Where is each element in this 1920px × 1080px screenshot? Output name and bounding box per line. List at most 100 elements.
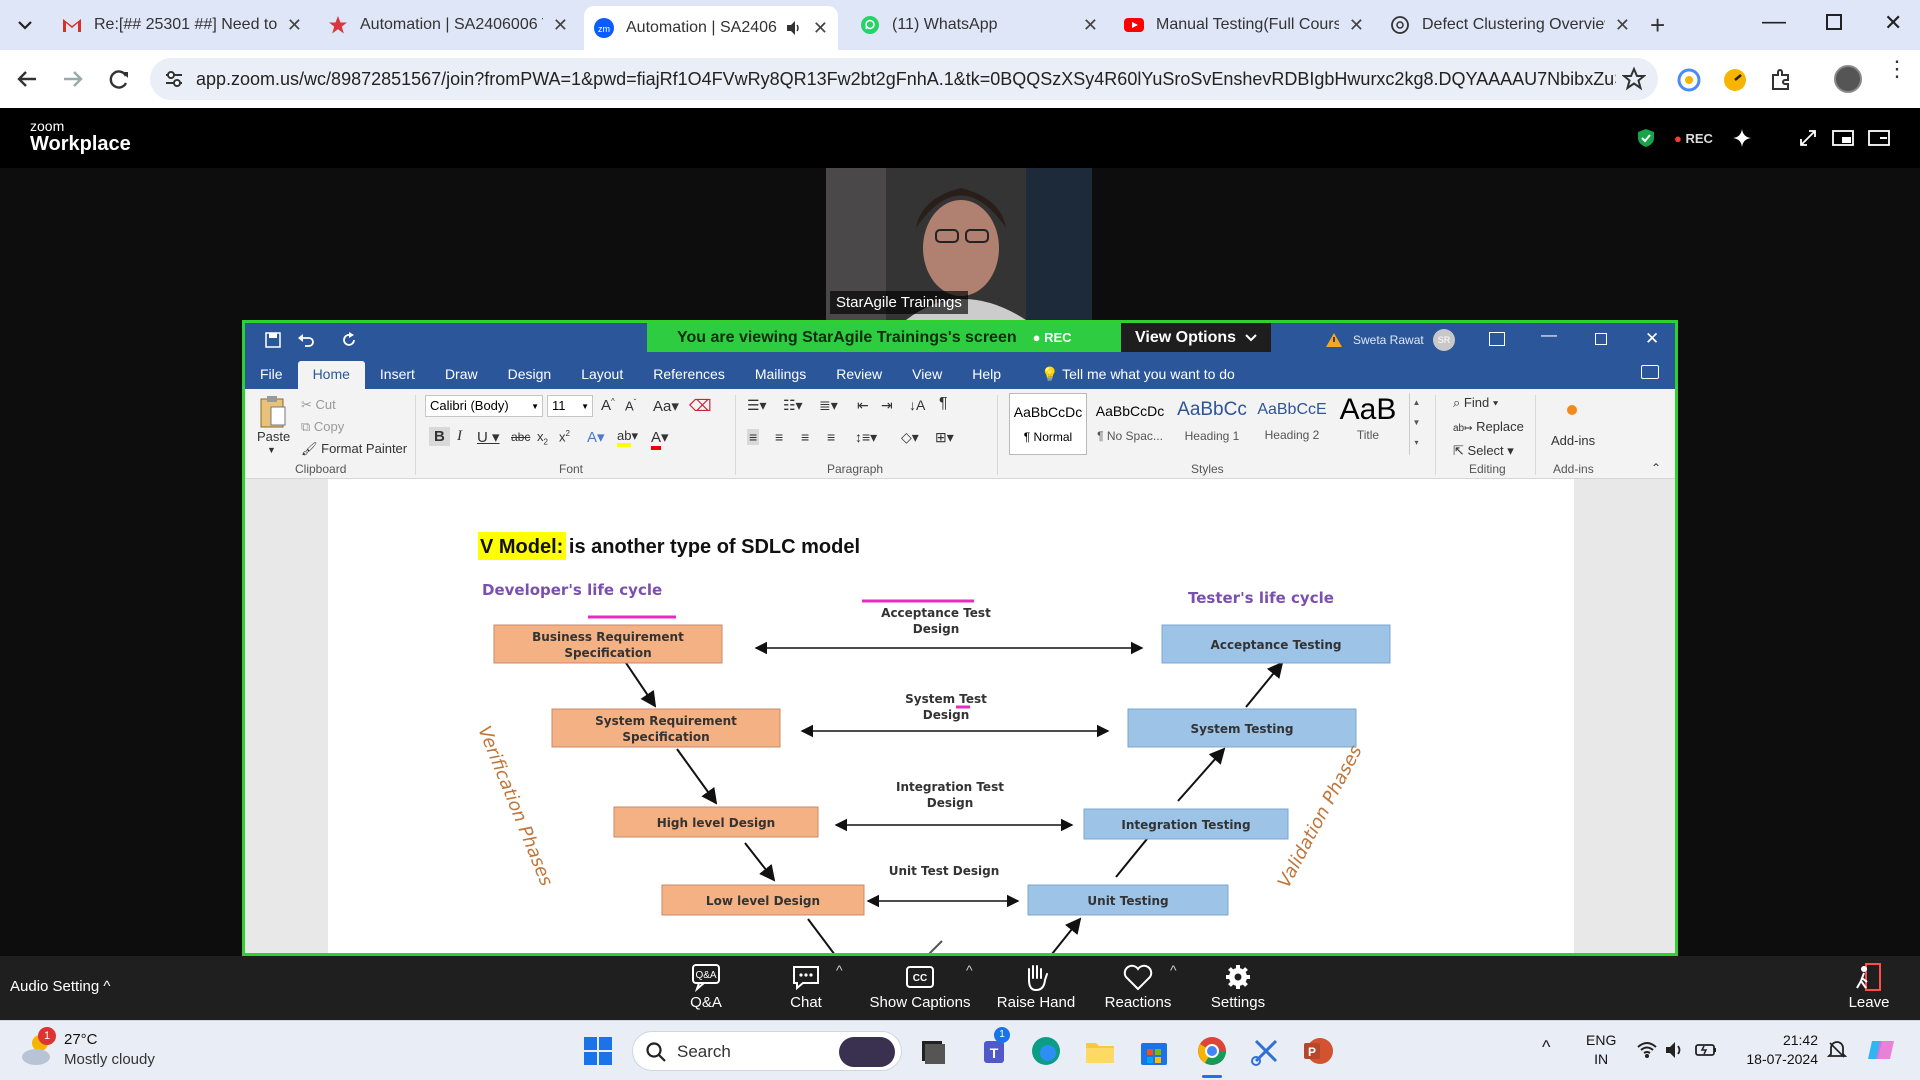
taskbar-search[interactable]: Search [632, 1031, 902, 1071]
chat-button[interactable]: Chat [751, 960, 861, 1016]
add-ins-button[interactable]: Add-ins [1551, 433, 1595, 448]
word-minimize-button[interactable]: — [1541, 327, 1557, 345]
view-options-button[interactable]: View Options [1121, 323, 1271, 352]
style-title[interactable]: AaB Title [1333, 393, 1403, 455]
new-tab-button[interactable]: + [1650, 10, 1665, 41]
ribbon-tab-insert[interactable]: Insert [365, 361, 430, 389]
tab-search-button[interactable] [12, 12, 38, 38]
show-formatting-icon[interactable]: ¶ [939, 395, 948, 413]
sparkle-icon[interactable] [1732, 128, 1752, 148]
sort-icon[interactable]: ↓A [909, 397, 925, 413]
align-center-icon[interactable]: ≡ [775, 429, 783, 445]
chevron-up-icon[interactable]: ^ [836, 962, 843, 978]
windows-start-icon[interactable] [580, 1033, 616, 1069]
powerpoint-icon[interactable]: P [1300, 1033, 1336, 1069]
battery-icon[interactable] [1694, 1039, 1718, 1061]
undo-icon[interactable] [297, 332, 315, 348]
styles-scroll[interactable]: ▲ ▼ ▾ [1409, 393, 1423, 455]
snipping-tool-icon[interactable] [1248, 1033, 1284, 1069]
ribbon-tab-view[interactable]: View [897, 361, 957, 389]
language-indicator[interactable]: ENG IN [1586, 1031, 1616, 1069]
change-case-icon[interactable]: Aa▾ [653, 397, 679, 415]
speed-extension-icon[interactable] [1722, 67, 1748, 93]
bullets-icon[interactable]: ☰▾ [747, 397, 767, 414]
ribbon-tab-references[interactable]: References [638, 361, 740, 389]
style-normal[interactable]: AaBbCcDc ¶ Normal [1009, 393, 1087, 455]
browser-menu-icon[interactable]: ⋮ [1886, 58, 1908, 80]
weather-widget[interactable]: 1 27°C Mostly cloudy [20, 1027, 220, 1073]
style-heading-2[interactable]: AaBbCcE Heading 2 [1253, 393, 1331, 455]
paste-icon[interactable] [259, 395, 287, 429]
minimize-button[interactable]: — [1762, 8, 1786, 36]
back-arrow-icon[interactable] [12, 64, 42, 94]
italic-button[interactable]: I [457, 428, 462, 445]
replace-button[interactable]: ab↦ Replace [1453, 419, 1524, 434]
chrome-icon[interactable] [1194, 1033, 1230, 1069]
superscript-button[interactable]: x2 [559, 429, 570, 444]
paste-dropdown-icon[interactable]: ▼ [267, 445, 276, 455]
clear-formatting-icon[interactable]: ⌫ [689, 396, 712, 416]
word-user-avatar[interactable]: SR [1433, 329, 1455, 351]
close-icon[interactable]: ✕ [553, 15, 568, 36]
ribbon-tab-help[interactable]: Help [957, 361, 1016, 389]
bold-button[interactable]: B [429, 427, 450, 446]
close-icon[interactable]: ✕ [1083, 15, 1098, 36]
align-left-icon[interactable]: ≡ [747, 429, 760, 445]
ribbon-tab-draw[interactable]: Draw [430, 361, 493, 389]
pop-out-icon[interactable] [1868, 128, 1890, 148]
subscript-button[interactable]: x2 [537, 429, 548, 447]
ribbon-tab-design[interactable]: Design [493, 361, 567, 389]
omnibox[interactable]: app.zoom.us/wc/89872851567/join?fromPWA=… [150, 58, 1658, 100]
close-window-button[interactable]: ✕ [1884, 10, 1902, 36]
audio-setting-button[interactable]: Audio Setting ^ [10, 978, 110, 995]
format-painter-button[interactable]: 🖌 Format Painter [301, 441, 407, 457]
browser-tab-gmail[interactable]: Re:[## 25301 ##] Need to ✕ [52, 8, 312, 42]
avatar[interactable] [1834, 65, 1862, 93]
ribbon-tab-review[interactable]: Review [821, 361, 897, 389]
document-page[interactable]: V Model: is another type of SDLC model D… [328, 479, 1574, 953]
multilevel-list-icon[interactable]: ≣▾ [819, 397, 838, 414]
speaker-icon[interactable] [785, 19, 803, 37]
ribbon-display-icon[interactable] [1489, 332, 1505, 346]
underline-button[interactable]: U ▾ [477, 428, 500, 446]
show-captions-button[interactable]: CC Show Captions [864, 960, 976, 1016]
ribbon-tab-file[interactable]: File [245, 361, 298, 389]
decrease-indent-icon[interactable]: ⇤ [857, 397, 869, 414]
qa-button[interactable]: Q&A Q&A [651, 960, 761, 1016]
line-spacing-icon[interactable]: ↕≡▾ [855, 429, 877, 446]
view-switch-icon[interactable] [1832, 128, 1854, 148]
chevron-up-icon[interactable]: ^ [966, 962, 973, 978]
highlight-color-icon[interactable]: ab▾ [617, 428, 638, 447]
save-icon[interactable] [265, 332, 281, 348]
bookmark-star-icon[interactable] [1622, 67, 1646, 91]
shading-icon[interactable]: ◇▾ [901, 429, 919, 446]
paste-button[interactable]: Paste [257, 429, 290, 444]
warning-icon[interactable] [1325, 332, 1343, 348]
font-color-icon[interactable]: A▾ [651, 428, 669, 450]
ribbon-tab-mailings[interactable]: Mailings [740, 361, 821, 389]
leave-button[interactable]: Leave [1814, 960, 1920, 1016]
borders-icon[interactable]: ⊞▾ [935, 429, 954, 446]
shrink-font-icon[interactable]: Aˇ [625, 398, 636, 413]
close-icon[interactable]: ✕ [287, 15, 302, 36]
restore-button[interactable] [1826, 14, 1842, 30]
clock[interactable]: 21:42 18-07-2024 [1732, 1031, 1818, 1069]
notification-bell-icon[interactable] [1826, 1039, 1848, 1061]
task-view-icon[interactable] [914, 1033, 950, 1069]
puzzle-icon[interactable] [1768, 67, 1794, 93]
close-icon[interactable]: ✕ [1615, 15, 1630, 36]
ribbon-tab-home[interactable]: Home [297, 361, 365, 389]
show-hidden-icons[interactable]: ^ [1542, 1037, 1550, 1058]
shield-check-icon[interactable] [1636, 128, 1656, 148]
wifi-icon[interactable] [1636, 1039, 1658, 1061]
browser-tab-chatgpt[interactable]: Defect Clustering Overview ✕ [1380, 8, 1640, 42]
edge-icon[interactable] [1028, 1033, 1064, 1069]
copilot-icon[interactable] [1866, 1035, 1896, 1065]
add-ins-icon[interactable] [1567, 405, 1577, 415]
settings-button[interactable]: Settings [1183, 960, 1293, 1016]
strikethrough-button[interactable]: abc [511, 430, 530, 444]
text-effects-icon[interactable]: A▾ [587, 428, 605, 446]
comments-icon[interactable] [1641, 365, 1659, 379]
font-name-select[interactable]: Calibri (Body) ▼ [425, 395, 543, 417]
shared-screen[interactable]: You are viewing StarAgile Trainings's sc… [242, 320, 1678, 956]
